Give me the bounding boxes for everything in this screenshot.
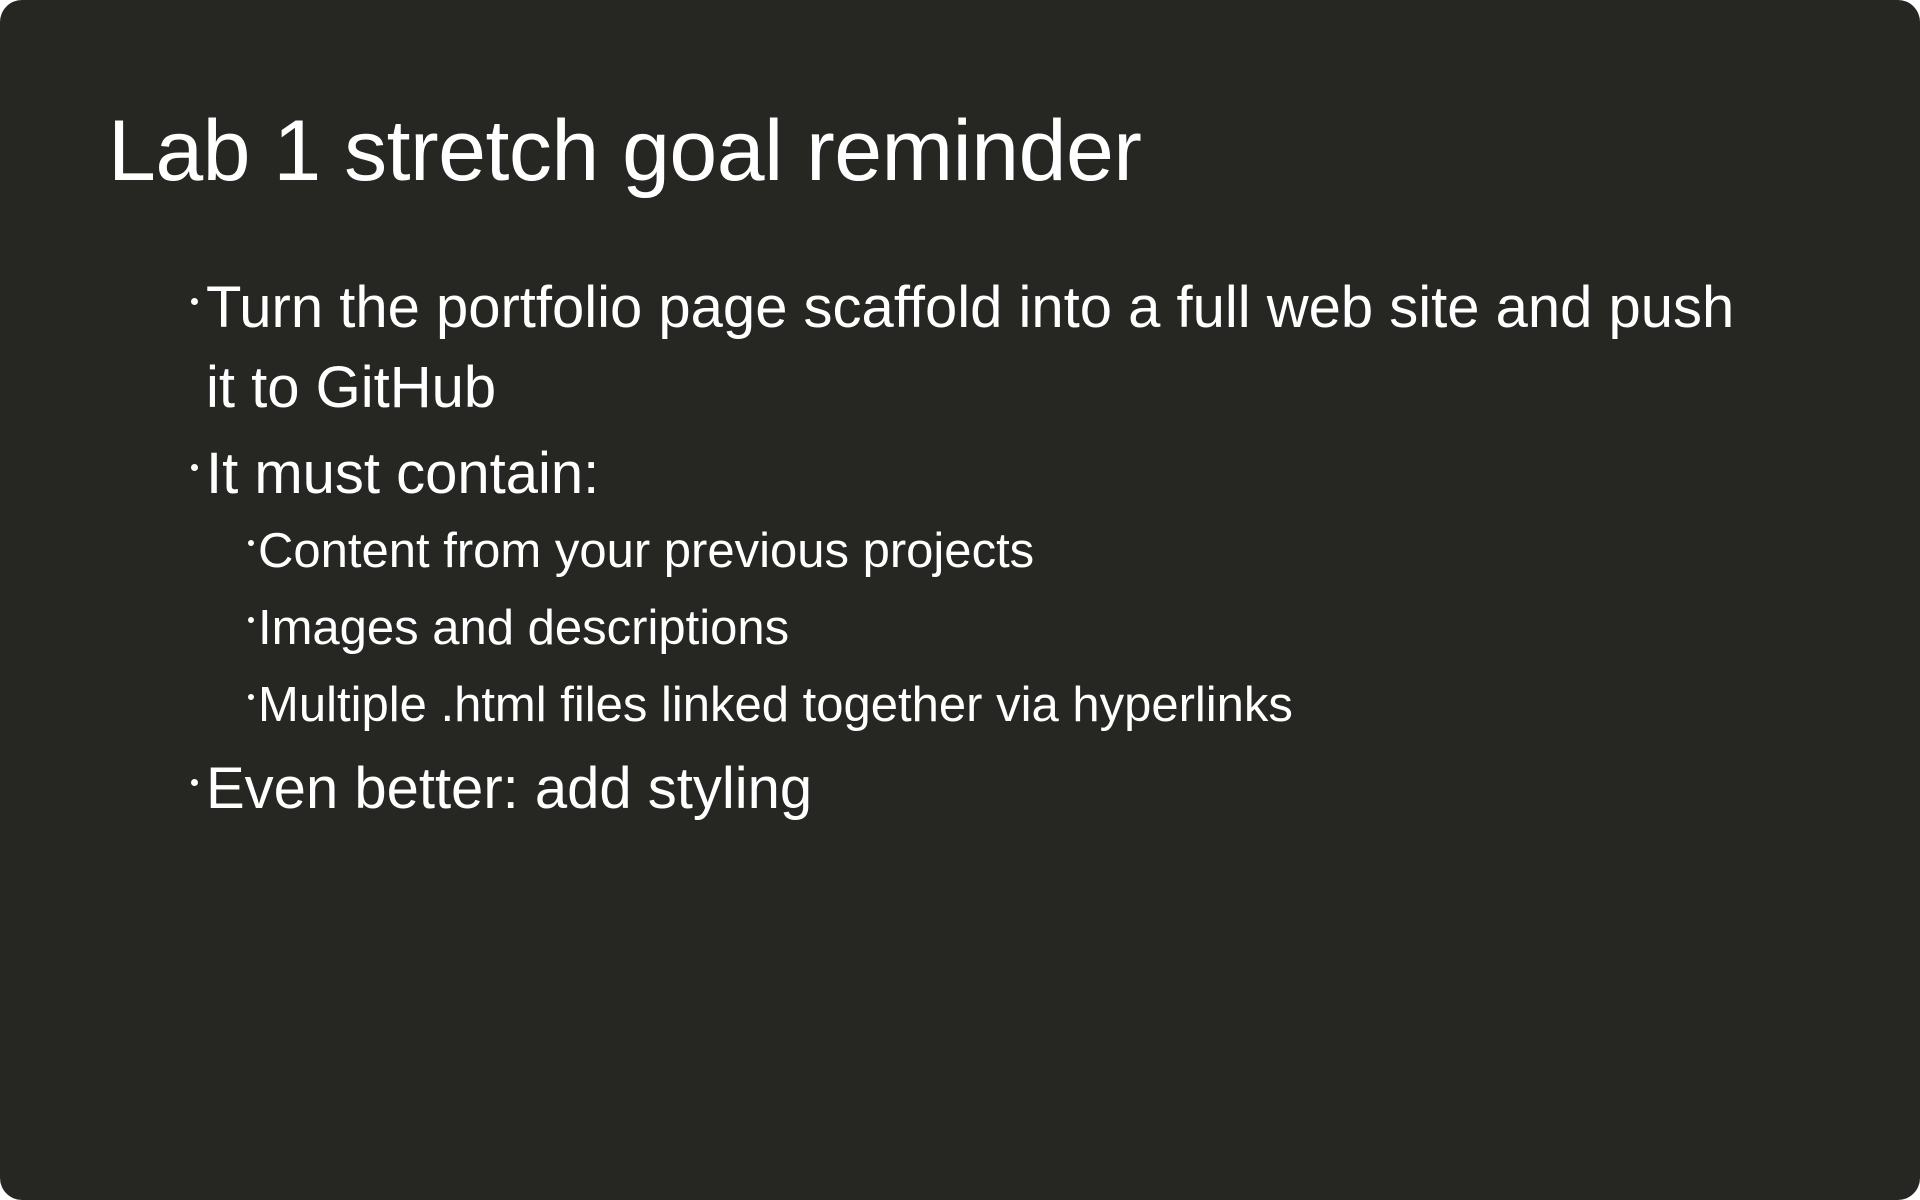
bullet-dot-icon [191,298,198,305]
bullet-text: It must contain: [206,441,600,506]
sub-bullet-item: Content from your previous projects [244,518,1744,584]
bullet-text: Turn the portfolio page scaffold into a … [206,275,1735,420]
bullet-item: Turn the portfolio page scaffold into a … [184,268,1744,428]
sub-bullet-item: Multiple .html files linked together via… [244,672,1744,738]
slide-title: Lab 1 stretch goal reminder [108,103,1142,199]
bullet-text: Even better: add styling [206,756,813,821]
bullet-dot-icon [191,464,198,471]
bullet-dot-icon [248,694,254,700]
sub-bullet-text: Multiple .html files linked together via… [258,678,1293,732]
sub-bullet-item: Images and descriptions [244,595,1744,661]
bullet-dot-icon [248,617,254,623]
bullet-item: It must contain: Content from your previ… [184,434,1744,738]
bullet-dot-icon [191,779,198,786]
sub-bullet-list: Content from your previous projects Imag… [206,518,1744,738]
sub-bullet-text: Content from your previous projects [258,524,1035,578]
bullet-item: Even better: add styling [184,749,1744,829]
sub-bullet-text: Images and descriptions [258,601,790,655]
slide: Lab 1 stretch goal reminder Turn the por… [0,0,1920,1200]
bullet-list: Turn the portfolio page scaffold into a … [184,268,1744,835]
bullet-dot-icon [248,540,254,546]
